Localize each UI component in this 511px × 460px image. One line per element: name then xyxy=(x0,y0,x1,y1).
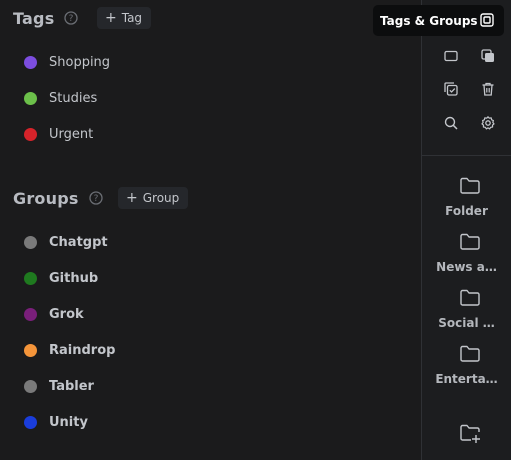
gear-icon[interactable] xyxy=(479,114,497,132)
plus-icon: + xyxy=(126,190,138,206)
tag-color-dot xyxy=(24,91,37,105)
group-label: Raindrop xyxy=(49,342,116,358)
group-label: Tabler xyxy=(49,378,94,394)
new-folder-icon[interactable] xyxy=(459,424,481,444)
add-tag-label: Tag xyxy=(121,11,143,25)
folder-icon xyxy=(460,345,480,362)
svg-text:?: ? xyxy=(69,14,74,24)
folder-label: Folder xyxy=(445,204,488,218)
add-group-label: Group xyxy=(142,191,180,205)
group-label: Github xyxy=(49,270,99,286)
group-color-dot xyxy=(24,343,37,357)
group-color-dot xyxy=(24,235,37,249)
tag-item[interactable]: Urgent xyxy=(24,124,93,144)
folder-label: Enterta… xyxy=(435,372,498,386)
help-icon[interactable]: ? xyxy=(64,11,79,25)
svg-text:?: ? xyxy=(93,194,98,204)
group-item[interactable]: Chatgpt xyxy=(24,232,108,252)
groups-title: Groups xyxy=(13,188,79,208)
plus-icon: + xyxy=(105,10,117,26)
right-sidebar: Folder News a… Social … Enterta… xyxy=(421,0,511,460)
group-item[interactable]: Unity xyxy=(24,412,88,432)
sidebar-divider xyxy=(422,155,511,156)
folder-icon xyxy=(460,177,480,194)
group-item[interactable]: Grok xyxy=(24,304,84,324)
group-color-dot xyxy=(24,307,37,321)
tag-color-dot xyxy=(24,127,37,141)
select-all-icon[interactable] xyxy=(442,80,460,98)
duplicate-icon[interactable] xyxy=(479,47,497,65)
folder-icon xyxy=(460,233,480,250)
main-panel: Tags ? + Tag Shopping Studies Urgent Gro… xyxy=(0,0,421,460)
add-group-button[interactable]: + Group xyxy=(118,187,189,209)
tooltip-text: Tags & Groups xyxy=(380,13,478,28)
tags-groups-view: Tags ? + Tag Shopping Studies Urgent Gro… xyxy=(0,0,511,460)
group-color-dot xyxy=(24,415,37,429)
group-label: Unity xyxy=(49,414,88,430)
group-color-dot xyxy=(24,271,37,285)
tags-groups-icon xyxy=(480,13,494,27)
tags-groups-tooltip: Tags & Groups xyxy=(373,5,504,36)
folder-item[interactable]: Enterta… xyxy=(422,345,511,389)
groups-header: Groups ? xyxy=(13,186,103,210)
help-icon[interactable]: ? xyxy=(88,191,103,205)
folder-icon xyxy=(460,289,480,306)
tag-color-dot xyxy=(24,55,37,69)
tags-header: Tags ? xyxy=(13,6,79,30)
add-tag-button[interactable]: + Tag xyxy=(97,7,152,29)
tag-label: Shopping xyxy=(49,54,111,70)
group-label: Grok xyxy=(49,306,84,322)
folder-item[interactable]: Social … xyxy=(422,289,511,333)
search-icon[interactable] xyxy=(442,114,460,132)
tag-label: Studies xyxy=(49,90,98,106)
folder-item[interactable]: Folder xyxy=(422,177,511,221)
trash-icon[interactable] xyxy=(479,80,497,98)
folder-label: News a… xyxy=(436,260,497,274)
window-icon[interactable] xyxy=(442,47,460,65)
group-item[interactable]: Github xyxy=(24,268,98,288)
group-color-dot xyxy=(24,379,37,393)
group-label: Chatgpt xyxy=(49,234,108,250)
tag-item[interactable]: Studies xyxy=(24,88,97,108)
group-item[interactable]: Raindrop xyxy=(24,340,115,360)
folder-label: Social … xyxy=(438,316,495,330)
folder-item[interactable]: News a… xyxy=(422,233,511,277)
tag-label: Urgent xyxy=(49,126,94,142)
group-item[interactable]: Tabler xyxy=(24,376,94,396)
tags-title: Tags xyxy=(13,8,55,28)
tag-item[interactable]: Shopping xyxy=(24,52,110,72)
